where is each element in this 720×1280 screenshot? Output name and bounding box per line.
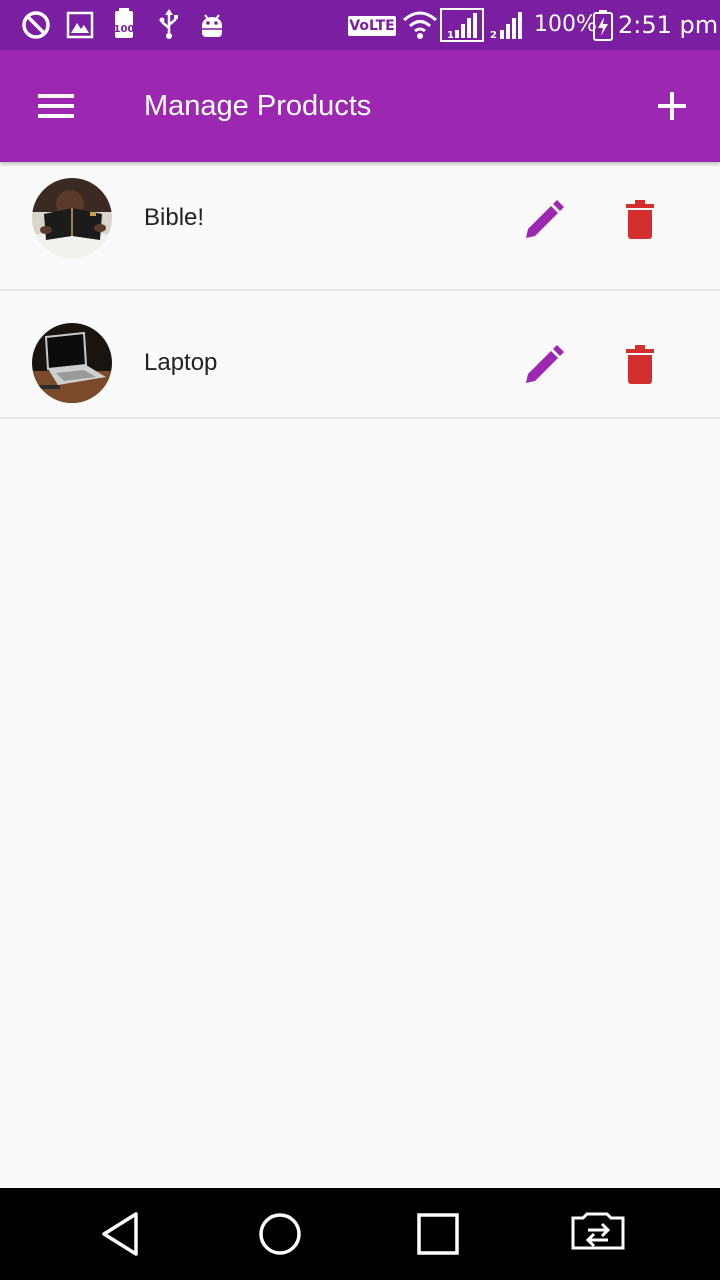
recents-icon bbox=[417, 1213, 459, 1255]
edit-icon bbox=[526, 200, 564, 238]
wifi-icon bbox=[403, 11, 437, 39]
list-item[interactable]: Bible! bbox=[0, 162, 720, 291]
product-list: Bible! Laptop bbox=[0, 162, 720, 419]
signal-sim1-icon: 1 bbox=[440, 8, 484, 42]
list-item[interactable]: Laptop bbox=[0, 291, 720, 419]
battery-percent: 100% bbox=[534, 12, 597, 37]
bible-photo bbox=[32, 178, 112, 258]
app-bar: Manage Products bbox=[0, 50, 720, 162]
svg-text:100: 100 bbox=[114, 24, 135, 35]
product-name: Laptop bbox=[144, 349, 218, 376]
gallery-icon bbox=[66, 11, 94, 39]
recents-button[interactable] bbox=[414, 1210, 462, 1258]
product-name: Bible! bbox=[144, 204, 205, 231]
svg-text:1: 1 bbox=[447, 30, 454, 41]
add-product-button[interactable] bbox=[648, 82, 696, 130]
svg-text:2: 2 bbox=[490, 30, 497, 41]
product-avatar-laptop bbox=[32, 323, 112, 403]
product-avatar-bible bbox=[32, 178, 112, 258]
menu-button[interactable] bbox=[28, 86, 84, 126]
storage-100-icon: 100 bbox=[114, 8, 135, 38]
edit-icon bbox=[526, 345, 564, 383]
edit-button[interactable] bbox=[520, 196, 568, 244]
switch-sim-icon bbox=[571, 1212, 625, 1250]
edit-button[interactable] bbox=[520, 341, 568, 389]
volte-badge: VoLTE bbox=[348, 16, 396, 36]
home-button[interactable] bbox=[256, 1210, 304, 1258]
delete-button[interactable] bbox=[616, 341, 664, 389]
usb-icon bbox=[159, 9, 178, 39]
delete-button[interactable] bbox=[616, 196, 664, 244]
page-title: Manage Products bbox=[144, 90, 372, 122]
battery-charging-icon bbox=[593, 10, 613, 41]
menu-icon bbox=[38, 94, 74, 118]
delete-icon bbox=[626, 345, 654, 384]
android-debug-icon bbox=[202, 14, 222, 37]
back-icon bbox=[102, 1212, 138, 1256]
navigation-bar bbox=[0, 1188, 720, 1280]
clock-time: 2:51 pm bbox=[618, 11, 719, 39]
switch-sim-button[interactable] bbox=[570, 1210, 625, 1258]
back-button[interactable] bbox=[98, 1210, 146, 1258]
delete-icon bbox=[626, 200, 654, 239]
signal-sim2-icon: 2 bbox=[490, 12, 522, 41]
status-bar: 100 VoLTE 1 2 100% 2:51 pm bbox=[0, 0, 720, 50]
add-icon bbox=[658, 92, 686, 120]
home-icon bbox=[259, 1213, 301, 1255]
do-not-disturb-icon bbox=[22, 11, 50, 39]
laptop-photo bbox=[32, 323, 112, 403]
